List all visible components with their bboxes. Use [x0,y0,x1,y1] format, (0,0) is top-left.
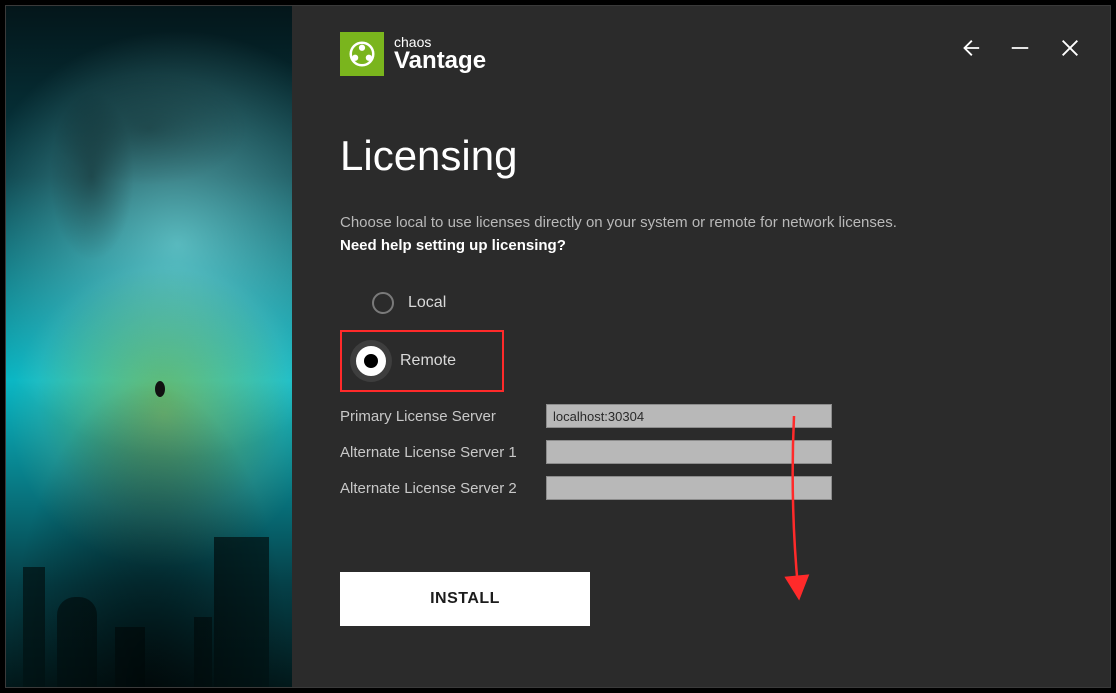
option-remote[interactable]: Remote [340,330,504,392]
hero-image [6,6,292,687]
install-button[interactable]: INSTALL [340,572,590,626]
alt-server-2-input[interactable] [546,476,832,500]
help-link[interactable]: Need help setting up licensing? [340,237,1050,254]
chaos-logo-icon [340,32,384,76]
alt-server-2-label: Alternate License Server 2 [340,480,530,497]
main-panel: chaos Vantage Licensing Choose local to … [292,6,1110,687]
close-button[interactable] [1058,36,1082,60]
radio-icon [356,346,386,376]
minimize-button[interactable] [1008,36,1032,60]
back-button[interactable] [958,36,982,60]
option-remote-label: Remote [400,352,456,370]
page-title: Licensing [340,132,1050,180]
alt-server-1-input[interactable] [546,440,832,464]
brand: chaos Vantage [340,32,486,76]
brand-main: Vantage [394,49,486,73]
primary-server-label: Primary License Server [340,408,530,425]
alt-server-1-label: Alternate License Server 1 [340,444,530,461]
option-local-label: Local [408,294,446,312]
installer-window: chaos Vantage Licensing Choose local to … [5,5,1111,688]
option-local[interactable]: Local [358,282,460,324]
radio-icon [372,292,394,314]
page-description: Choose local to use licenses directly on… [340,214,1050,231]
primary-server-input[interactable] [546,404,832,428]
